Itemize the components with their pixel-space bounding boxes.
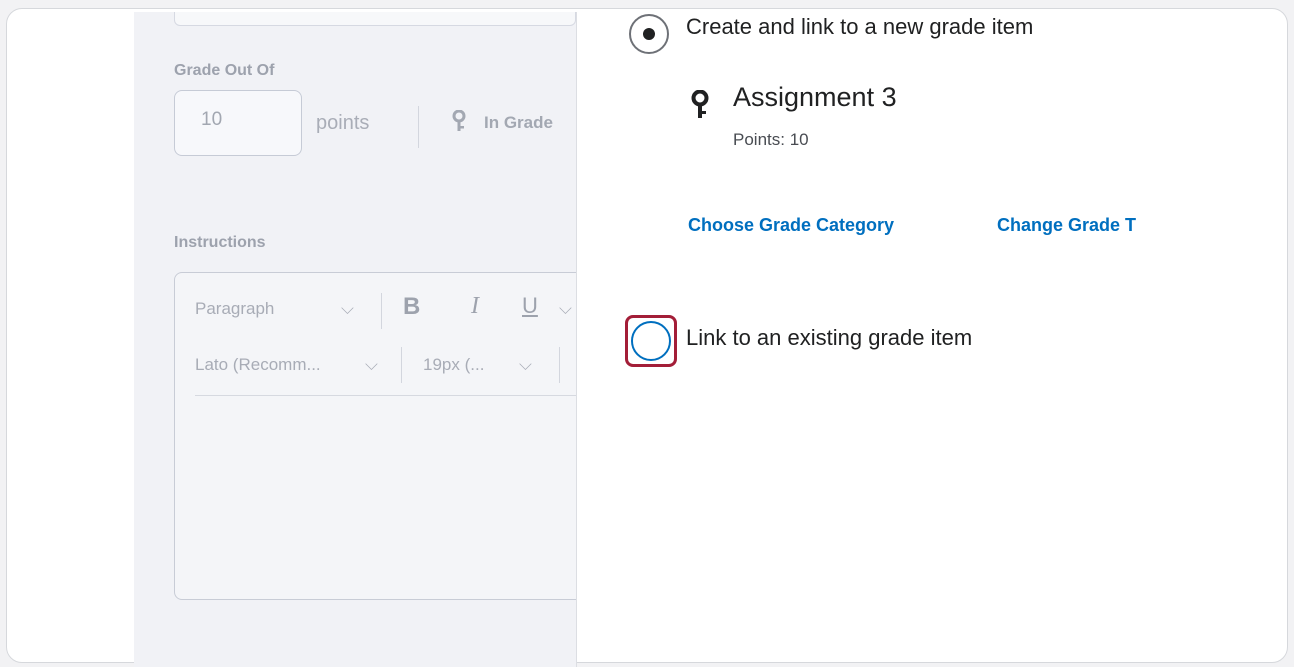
choose-grade-category-link[interactable]: Choose Grade Category [688,215,894,236]
chevron-down-icon[interactable]: ⌵ [559,299,572,319]
create-new-grade-item-radio[interactable] [629,14,669,54]
bold-button[interactable]: B [403,293,420,321]
grade-item-name: Assignment 3 [733,82,897,112]
change-grade-type-link[interactable]: Change Grade T [997,215,1167,236]
grade-item-points: Points: 10 [733,130,809,149]
link-existing-grade-item-radio[interactable] [631,321,671,361]
grade-out-of-input[interactable]: 10 [174,90,302,156]
toolbar-rule [195,395,576,396]
divider [418,106,419,148]
create-new-grade-item-label[interactable]: Create and link to a new grade item [686,14,1033,40]
chevron-down-icon[interactable]: ⌵ [519,355,532,375]
points-label: points [316,112,370,134]
font-family-select[interactable]: Lato (Recomm... [195,355,321,375]
paragraph-select[interactable]: Paragraph [195,299,274,319]
toolbar-divider [559,347,560,383]
edit-assignment-form: Grade Out Of 10 points In Grade Instruct… [134,12,576,667]
chevron-down-icon[interactable]: ⌵ [365,355,378,375]
instructions-label: Instructions [174,234,266,251]
radio-dot [643,28,655,40]
chevron-down-icon[interactable]: ⌵ [341,299,354,319]
in-grade-link[interactable]: In Grade [484,113,553,133]
link-existing-grade-item-label[interactable]: Link to an existing grade item [686,325,972,351]
underline-button[interactable]: U [522,293,538,319]
toolbar-divider [381,293,382,329]
dialog-edge [576,12,577,667]
font-size-select[interactable]: 19px (... [423,355,484,375]
italic-button[interactable]: I [471,293,479,320]
grade-out-of-label: Grade Out Of [174,62,275,79]
toolbar-divider [401,347,402,383]
key-icon [452,109,466,138]
previous-field [174,12,576,26]
instructions-editor[interactable]: Paragraph ⌵ B I U ⌵ Lato (Recomm... ⌵ 19… [174,272,576,600]
key-icon [691,90,709,118]
